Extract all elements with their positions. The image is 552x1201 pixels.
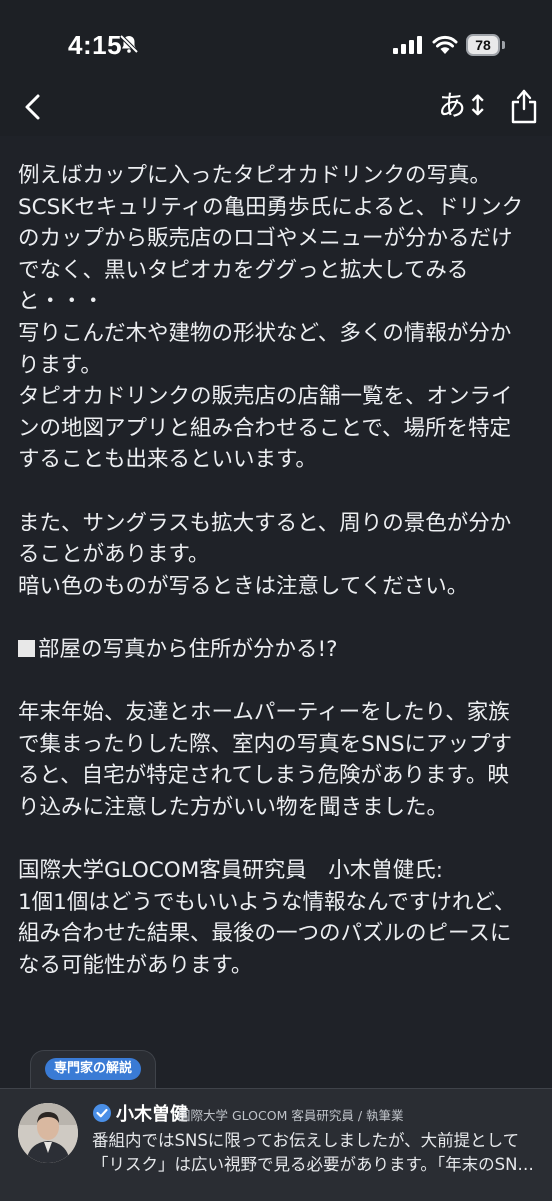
expert-comment[interactable]: 番組内ではSNSに限ってお伝えしましたが、大前提として 「リスク」は広い視野で見… bbox=[92, 1129, 538, 1177]
section-heading: 部屋の写真から住所が分かる!? bbox=[18, 634, 536, 666]
article-line: 国際大学GLOCOM客員研究員 小木曽健氏: bbox=[18, 858, 444, 884]
battery-tip bbox=[502, 41, 505, 49]
article-line: SCSKセキュリティの亀田勇歩氏によると、ドリンク bbox=[18, 194, 524, 220]
status-time: 4:15 bbox=[68, 30, 123, 60]
article-line: タピオカドリンクの販売店の店舗一覧を、オンライ bbox=[18, 384, 513, 410]
text-size-button[interactable]: あ↕ bbox=[438, 88, 489, 124]
chevron-left-icon[interactable] bbox=[18, 92, 48, 122]
article-line: のカップから販売店のロゴやメニューが分かるだけ bbox=[18, 226, 513, 252]
article-line: なる可能性があります。 bbox=[18, 952, 253, 978]
expert-panel[interactable]: 小木曽健 国際大学 GLOCOM 客員研究員 / 執筆業 番組内ではSNSに限っ… bbox=[0, 1088, 552, 1201]
section-heading-text: 部屋の写真から住所が分かる!? bbox=[38, 636, 338, 662]
article-line: で集まったりした際、室内の写真をSNSにアップす bbox=[18, 731, 513, 757]
battery-icon: 78 bbox=[466, 34, 500, 56]
bell-slash-icon bbox=[119, 34, 139, 54]
expert-comment-line: 「リスク」は広い視野で見る必要があります。「年末のSN… bbox=[92, 1155, 534, 1174]
expert-tab-label: 専門家の解説 bbox=[45, 1058, 142, 1080]
status-bar: 4:15 78 bbox=[0, 0, 552, 88]
article-line: ります。 bbox=[18, 352, 102, 378]
wifi-icon bbox=[432, 35, 458, 54]
avatar bbox=[18, 1103, 78, 1163]
nav-bar: あ↕ bbox=[0, 88, 552, 136]
article-line: することも出来るといいます。 bbox=[18, 447, 317, 473]
article-line: 写りこんだ木や建物の形状など、多くの情報が分か bbox=[18, 320, 512, 346]
battery-level: 78 bbox=[475, 37, 491, 53]
expert-comment-line: 番組内ではSNSに限ってお伝えしましたが、大前提として bbox=[92, 1131, 520, 1150]
expert-role: 国際大学 GLOCOM 客員研究員 / 執筆業 bbox=[178, 1108, 404, 1123]
article-line: 組み合わせた結果、最後の一つのパズルのピースに bbox=[18, 921, 512, 947]
article-line: 例えばカップに入ったタピオカドリンクの写真。 bbox=[18, 163, 492, 188]
share-icon[interactable] bbox=[508, 88, 540, 124]
article-line: と・・・ bbox=[18, 289, 105, 315]
article-line: 年末年始、友達とホームパーティーをしたり、家族 bbox=[18, 700, 510, 726]
signal-icon bbox=[393, 36, 422, 54]
article-line: ることがあります。 bbox=[18, 542, 210, 568]
article-line: 1個1個はどうでもいいような情報なんですけれど、 bbox=[18, 889, 516, 915]
article-line: ると、自宅が特定されてしまう危険があります。映 bbox=[18, 763, 509, 789]
article-line: また、サングラスも拡大すると、周りの景色が分か bbox=[18, 510, 512, 536]
article-line: ンの地図アプリと組み合わせることで、場所を特定 bbox=[18, 415, 511, 441]
article-line: 暗い色のものが写るときは注意してください。 bbox=[18, 573, 469, 599]
verified-badge-icon bbox=[93, 1104, 111, 1122]
square-bullet-icon bbox=[18, 639, 35, 657]
article-line: り込みに注意した方がいい物を聞きました。 bbox=[18, 794, 449, 820]
article-body: 例えばカップに入ったタピオカドリンクの写真。 SCSKセキュリティの亀田勇歩氏に… bbox=[18, 160, 536, 981]
expert-tab[interactable]: 専門家の解説 bbox=[30, 1050, 156, 1090]
article-line: でなく、黒いタピオカをググっと拡大してみる bbox=[18, 257, 469, 283]
